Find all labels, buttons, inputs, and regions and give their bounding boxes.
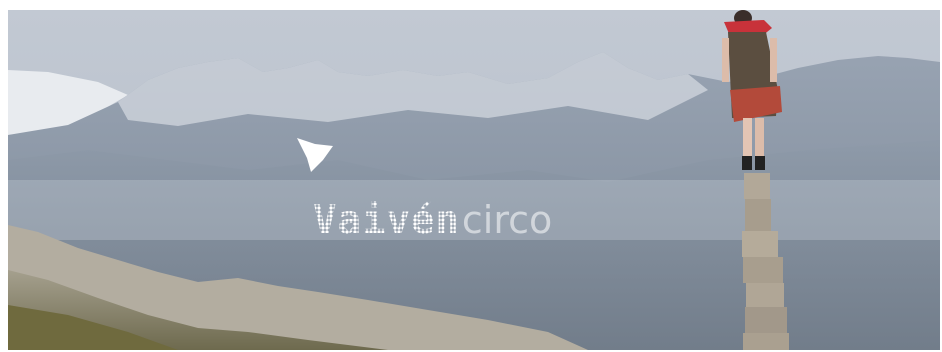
brand-logo-primary: Vaivén [313,197,460,243]
mountain-landscape-image [8,10,940,350]
brand-logo[interactable]: Vaivén circo [313,193,552,247]
brand-logo-secondary: circo [461,198,553,242]
hero-banner: Vaivén circo [8,10,940,350]
bird-icon [297,138,335,176]
